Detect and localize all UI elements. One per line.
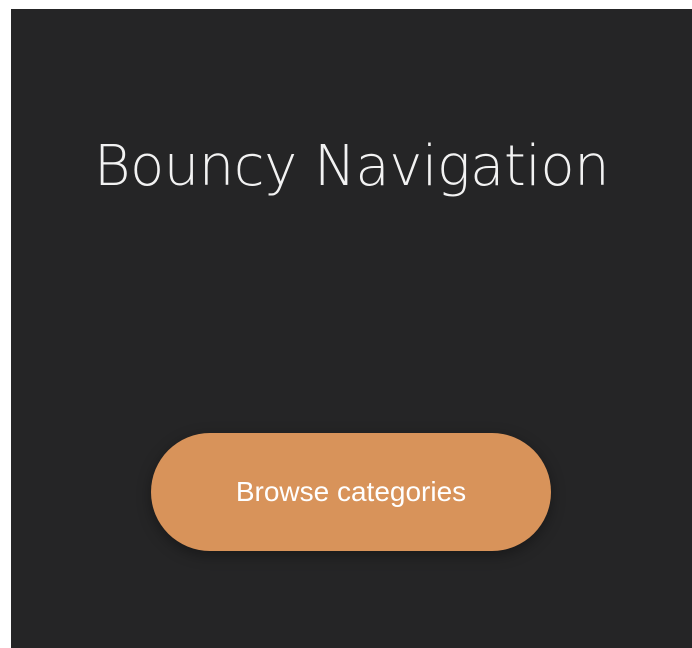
browse-categories-button[interactable]: Browse categories bbox=[151, 433, 551, 551]
page-title: Bouncy Navigation bbox=[93, 133, 610, 199]
page-canvas: Bouncy Navigation Browse categories bbox=[11, 9, 692, 648]
